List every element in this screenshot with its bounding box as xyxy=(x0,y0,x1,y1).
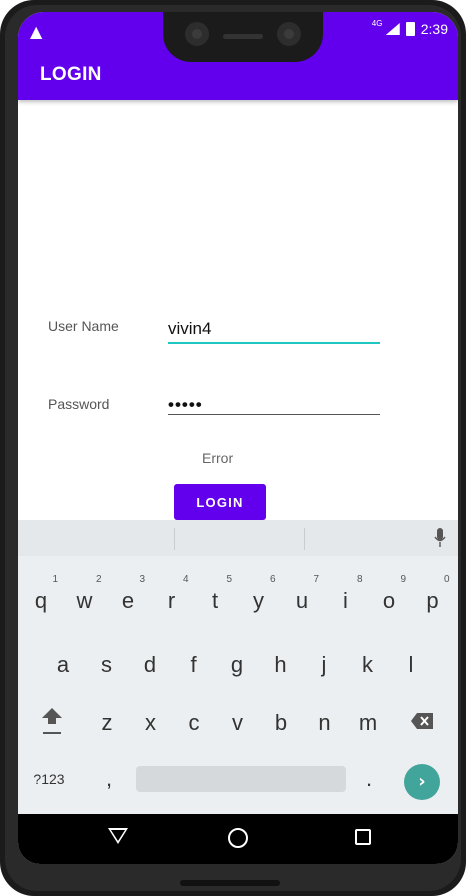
key-y[interactable]: y6 xyxy=(238,574,280,624)
key-g[interactable]: g xyxy=(216,642,258,688)
earpiece-speaker xyxy=(223,34,263,39)
key-number-hint: 9 xyxy=(400,574,406,585)
signal-bars xyxy=(385,23,400,35)
key-b[interactable]: b xyxy=(260,700,302,746)
suggestion-divider xyxy=(174,528,175,550)
username-input[interactable] xyxy=(168,314,380,344)
status-icons: 4G 2:39 xyxy=(372,19,448,37)
phone-frame: ▲ 4G 2:39 LOGIN User Name Password •••••… xyxy=(0,0,466,896)
key-number-hint: 5 xyxy=(226,574,232,585)
status-time: 2:39 xyxy=(420,21,448,37)
battery-icon xyxy=(405,22,415,36)
key-h[interactable]: h xyxy=(260,642,302,688)
key-number-hint: 1 xyxy=(52,574,58,585)
shift-icon[interactable] xyxy=(40,706,64,736)
password-input[interactable]: ••••• xyxy=(168,390,380,420)
screen: ▲ 4G 2:39 LOGIN User Name Password •••••… xyxy=(18,12,458,864)
navigation-bar xyxy=(18,814,458,864)
key-p[interactable]: p0 xyxy=(412,574,454,624)
backspace-icon[interactable] xyxy=(410,712,434,730)
back-icon[interactable] xyxy=(108,828,128,844)
period-key[interactable]: . xyxy=(348,756,390,802)
bottom-bezel xyxy=(180,880,280,886)
key-e[interactable]: e3 xyxy=(107,574,149,624)
front-camera xyxy=(185,22,209,46)
key-number-hint: 7 xyxy=(313,574,319,585)
key-number-hint: 6 xyxy=(269,574,276,585)
key-number-hint: 3 xyxy=(139,574,145,585)
warning-icon: ▲ xyxy=(30,22,43,41)
error-text: Error xyxy=(202,450,234,466)
key-d[interactable]: d xyxy=(129,642,171,688)
key-i[interactable]: i8 xyxy=(325,574,367,624)
key-w[interactable]: w2 xyxy=(64,574,106,624)
key-n[interactable]: n xyxy=(304,700,346,746)
key-j[interactable]: j xyxy=(303,642,345,688)
key-k[interactable]: k xyxy=(347,642,389,688)
key-number-hint: 4 xyxy=(182,574,189,585)
username-label: User Name xyxy=(48,318,119,334)
key-r[interactable]: r4 xyxy=(151,574,193,624)
front-sensor xyxy=(277,22,301,46)
password-underline xyxy=(168,414,380,415)
chevron-right-icon: › xyxy=(418,771,426,792)
network-type: 4G xyxy=(371,19,383,28)
symbols-key[interactable]: ?123 xyxy=(28,756,70,802)
signal-icon: 4G xyxy=(372,19,400,35)
suggestion-strip[interactable] xyxy=(18,520,458,556)
key-z[interactable]: z xyxy=(86,700,128,746)
recents-icon[interactable] xyxy=(355,829,371,845)
key-l[interactable]: l xyxy=(390,642,432,688)
username-underline xyxy=(168,342,380,344)
key-u[interactable]: u7 xyxy=(281,574,323,624)
key-number-hint: 2 xyxy=(95,574,102,585)
suggestion-divider xyxy=(304,528,305,550)
login-button[interactable]: LOGIN xyxy=(174,484,266,520)
camera-notch xyxy=(163,12,323,62)
key-number-hint: 0 xyxy=(443,574,450,585)
comma-key[interactable]: , xyxy=(88,756,130,802)
key-s[interactable]: s xyxy=(86,642,128,688)
key-o[interactable]: o9 xyxy=(368,574,410,624)
key-x[interactable]: x xyxy=(130,700,172,746)
key-f[interactable]: f xyxy=(173,642,215,688)
page-title: LOGIN xyxy=(40,64,102,85)
key-q[interactable]: q1 xyxy=(20,574,62,624)
key-c[interactable]: c xyxy=(173,700,215,746)
home-icon[interactable] xyxy=(228,828,248,848)
key-t[interactable]: t5 xyxy=(194,574,236,624)
space-key[interactable] xyxy=(136,766,346,792)
soft-keyboard: q1w2e3r4t5y6u7i8o9p0 asdfghjkl zxcvbnm ?… xyxy=(18,520,458,814)
microphone-icon[interactable] xyxy=(434,528,446,548)
key-a[interactable]: a xyxy=(42,642,84,688)
key-v[interactable]: v xyxy=(217,700,259,746)
password-label: Password xyxy=(48,396,110,412)
key-number-hint: 8 xyxy=(356,574,363,585)
key-m[interactable]: m xyxy=(347,700,389,746)
go-button[interactable]: › xyxy=(404,764,440,800)
